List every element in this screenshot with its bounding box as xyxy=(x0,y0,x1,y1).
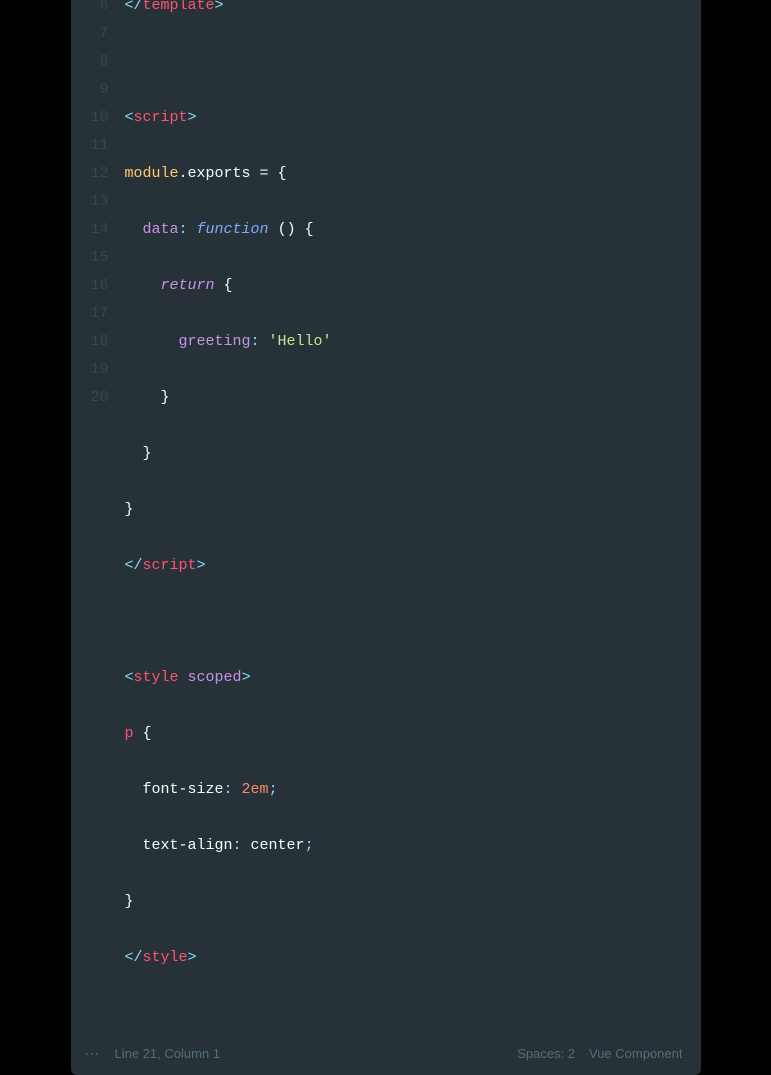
line-gutter: 1 234 567 8910 111213 141516 171819 20 xyxy=(71,0,125,1028)
editor-area[interactable]: 1 234 567 8910 111213 141516 171819 20 <… xyxy=(71,0,701,1036)
editor-window: Hello.vue Hello.vue × ⋮ 1 234 567 8910 1… xyxy=(71,0,701,1075)
indent-setting[interactable]: Spaces: 2 xyxy=(517,1046,575,1061)
syntax-mode[interactable]: Vue Component xyxy=(589,1046,682,1061)
statusbar-menu-button[interactable]: ⋮ xyxy=(85,1047,101,1061)
code-content[interactable]: <template> <p>{{ greeting }} World!</p> … xyxy=(125,0,701,1028)
statusbar: ⋮ Line 21, Column 1 Spaces: 2 Vue Compon… xyxy=(71,1036,701,1075)
cursor-position[interactable]: Line 21, Column 1 xyxy=(115,1046,221,1061)
